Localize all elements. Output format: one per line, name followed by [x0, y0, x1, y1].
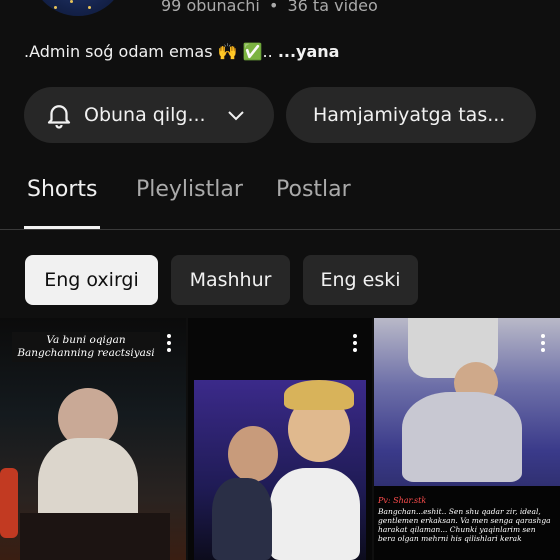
more-vert-icon[interactable]: [352, 334, 358, 354]
community-button[interactable]: Hamjamiyatga tas...: [286, 87, 536, 143]
filter-popular[interactable]: Mashhur: [171, 255, 290, 305]
tabs-divider: [0, 229, 560, 230]
stats-separator: •: [268, 0, 279, 15]
tab-posts[interactable]: Postlar: [276, 177, 351, 202]
channel-avatar[interactable]: [30, 0, 126, 16]
description-text: .Admin soǵ odam emas 🙌 ✅..: [24, 42, 273, 61]
channel-stats: 99 obunachi • 36 ta video: [161, 0, 378, 15]
channel-tabs: Shorts Pleylistlar Postlar: [0, 160, 560, 230]
tab-playlists[interactable]: Pleylistlar: [136, 177, 243, 202]
short-thumbnail-3[interactable]: Pv: Shar.stk Bangchan...eshit.. Sen shu …: [374, 318, 560, 560]
community-label: Hamjamiyatga tas...: [313, 104, 506, 126]
more-vert-icon[interactable]: [540, 334, 546, 354]
filter-latest[interactable]: Eng oxirgi: [25, 255, 158, 305]
short-thumbnail-1[interactable]: Va buni oqigan Bangchanning reactsiyasi: [0, 318, 186, 560]
more-vert-icon[interactable]: [166, 334, 172, 354]
more-link[interactable]: ...yana: [278, 42, 340, 61]
chevron-down-icon: [227, 111, 244, 121]
subscribe-label: Obuna qilg...: [84, 104, 206, 126]
short-thumbnail-2[interactable]: [188, 318, 372, 560]
subscribe-button[interactable]: Obuna qilg...: [24, 87, 274, 143]
tab-shorts[interactable]: Shorts: [27, 177, 98, 202]
video-count: 36 ta video: [287, 0, 378, 15]
short-caption-text: Bangchan...eshit.. Sen shu qadar zir, id…: [378, 507, 551, 543]
short-caption: Pv: Shar.stk Bangchan...eshit.. Sen shu …: [378, 496, 554, 543]
bell-icon: [47, 105, 71, 129]
short-tag: Pv: Shar.stk: [378, 496, 427, 505]
short-caption: Va buni oqigan Bangchanning reactsiyasi: [12, 332, 160, 362]
channel-description[interactable]: .Admin soǵ odam emas 🙌 ✅.. ...yana: [24, 42, 339, 61]
subscriber-count: 99 obunachi: [161, 0, 260, 15]
filter-oldest[interactable]: Eng eski: [303, 255, 418, 305]
